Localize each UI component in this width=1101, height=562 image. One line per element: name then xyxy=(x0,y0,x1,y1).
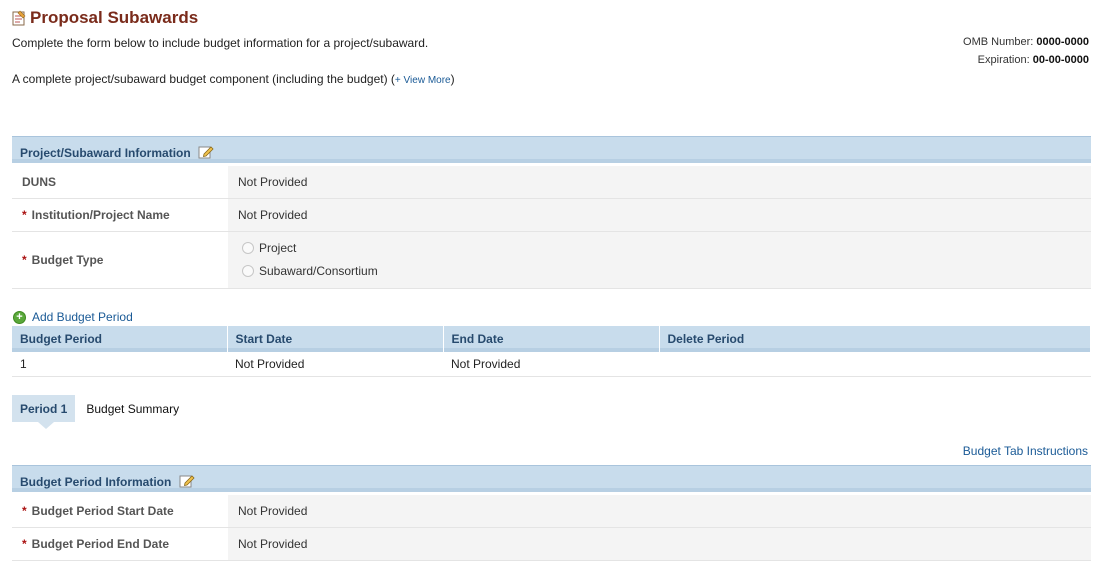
institution-label: * Institution/Project Name xyxy=(12,199,228,231)
institution-value: Not Provided xyxy=(228,199,1091,231)
duns-value: Not Provided xyxy=(228,166,1091,198)
institution-label-text: Institution/Project Name xyxy=(31,208,170,222)
view-more-link[interactable]: + View More xyxy=(395,75,451,86)
budget-period-start-label: * Budget Period Start Date xyxy=(12,495,228,527)
view-more-close-paren: ) xyxy=(450,72,455,86)
duns-label: DUNS xyxy=(22,175,57,189)
project-subaward-section-title: Project/Subaward Information xyxy=(20,145,214,160)
project-subaward-section-title-text: Project/Subaward Information xyxy=(20,146,191,160)
budget-periods-table: Budget Period Start Date End Date Delete… xyxy=(12,326,1091,377)
budget-type-option-project[interactable]: Project xyxy=(242,241,296,255)
form-icon xyxy=(12,10,26,26)
cell-budget-period: 1 xyxy=(12,352,227,377)
column-header-start-date: Start Date xyxy=(227,326,444,352)
intro-text-2-body: A complete project/subaward budget compo… xyxy=(12,72,388,86)
budget-period-end-label: * Budget Period End Date xyxy=(12,528,228,560)
page-title-row: Proposal Subawards xyxy=(12,8,198,28)
add-budget-period-button[interactable]: + Add Budget Period xyxy=(13,310,133,324)
plus-circle-icon: + xyxy=(13,310,26,324)
budget-tab-instructions-link[interactable]: Budget Tab Instructions xyxy=(963,444,1088,458)
budget-type-radio-group: Project Subaward/Consortium xyxy=(228,232,1091,288)
table-row: 1 Not Provided Not Provided xyxy=(12,352,1091,377)
budget-period-end-row: * Budget Period End Date Not Provided xyxy=(12,528,1091,561)
budget-type-option-subaward[interactable]: Subaward/Consortium xyxy=(242,264,378,278)
budget-type-radio-project[interactable] xyxy=(242,242,254,254)
required-marker: * xyxy=(22,504,27,518)
add-budget-period-label: Add Budget Period xyxy=(32,310,133,324)
budget-period-section-header: Budget Period Information xyxy=(12,465,1091,495)
budget-type-option-project-label: Project xyxy=(259,241,297,255)
intro-text-2: A complete project/subaward budget compo… xyxy=(12,72,455,86)
project-subaward-section-header: Project/Subaward Information xyxy=(12,136,1091,166)
budget-period-start-label-text: Budget Period Start Date xyxy=(31,504,174,518)
budget-periods-header-row: Budget Period Start Date End Date Delete… xyxy=(12,326,1091,352)
budget-period-start-value: Not Provided xyxy=(228,495,1091,527)
budget-type-label: * Budget Type xyxy=(12,232,228,288)
institution-row: * Institution/Project Name Not Provided xyxy=(12,199,1091,232)
cell-end-date: Not Provided xyxy=(443,352,659,377)
omb-expiration-value: 00-00-0000 xyxy=(1032,54,1089,66)
edit-icon[interactable] xyxy=(198,145,214,159)
page-title: Proposal Subawards xyxy=(30,8,199,27)
cell-start-date: Not Provided xyxy=(227,352,443,377)
budget-type-row: * Budget Type Project Subaward/Consortiu… xyxy=(12,232,1091,289)
omb-expiration-label: Expiration: xyxy=(977,54,1030,66)
budget-type-option-subaward-label: Subaward/Consortium xyxy=(259,264,378,278)
omb-number: OMB Number: 0000-0000 xyxy=(963,33,1089,51)
duns-row: DUNS Not Provided xyxy=(12,166,1091,199)
cell-delete-period xyxy=(659,352,1091,377)
omb-expiration: Expiration: 00-00-0000 xyxy=(963,51,1089,69)
budget-period-section-title: Budget Period Information xyxy=(20,474,195,489)
intro-text: Complete the form below to include budge… xyxy=(12,36,429,50)
column-header-end-date: End Date xyxy=(443,326,660,352)
proposal-subawards-page: Proposal Subawards Complete the form bel… xyxy=(0,0,1101,562)
omb-number-label: OMB Number: xyxy=(963,36,1034,48)
period-tabs: Period 1 Budget Summary xyxy=(12,395,187,429)
required-marker: * xyxy=(22,253,27,267)
omb-number-value: 0000-0000 xyxy=(1036,36,1089,48)
column-header-budget-period: Budget Period xyxy=(12,326,228,352)
tab-budget-summary[interactable]: Budget Summary xyxy=(75,395,187,422)
budget-period-end-label-text: Budget Period End Date xyxy=(31,537,170,551)
required-marker: * xyxy=(22,208,27,222)
required-marker: * xyxy=(22,537,27,551)
omb-info: OMB Number: 0000-0000 Expiration: 00-00-… xyxy=(963,33,1089,69)
budget-period-end-value: Not Provided xyxy=(228,528,1091,560)
tab-period-1[interactable]: Period 1 xyxy=(12,395,76,429)
budget-period-section-title-text: Budget Period Information xyxy=(20,475,172,489)
budget-type-label-text: Budget Type xyxy=(31,253,104,267)
column-header-delete-period: Delete Period xyxy=(659,326,1091,352)
budget-period-start-row: * Budget Period Start Date Not Provided xyxy=(12,495,1091,528)
edit-icon[interactable] xyxy=(179,474,195,488)
budget-type-radio-subaward[interactable] xyxy=(242,265,254,277)
